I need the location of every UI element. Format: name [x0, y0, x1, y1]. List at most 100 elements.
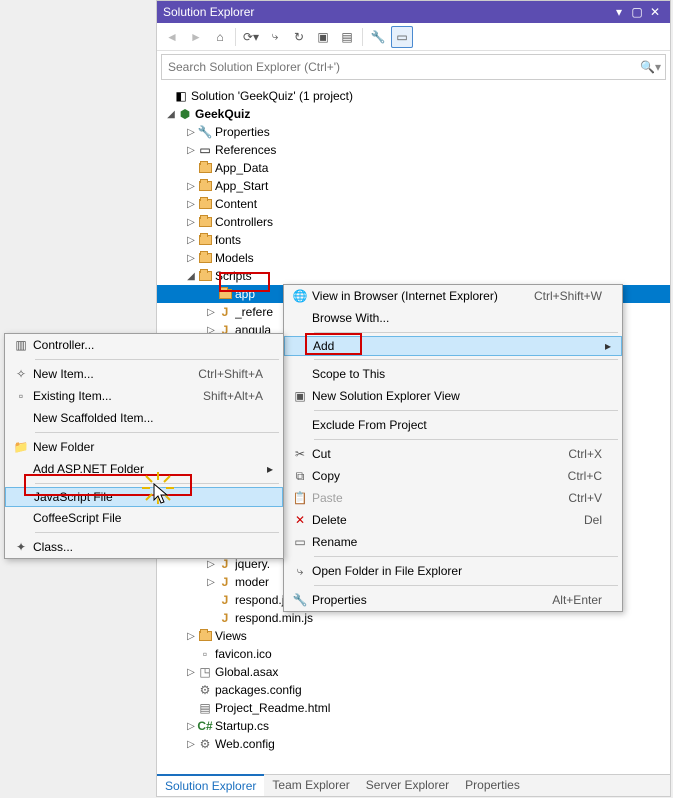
- sync-button[interactable]: ⟳▾: [240, 26, 262, 48]
- folder-icon: [197, 250, 213, 266]
- menu-scaffold[interactable]: New Scaffolded Item...: [5, 407, 283, 429]
- solution-icon: ◧: [173, 88, 189, 104]
- bottom-tabs: Solution Explorer Team Explorer Server E…: [157, 774, 670, 796]
- tab-team-explorer[interactable]: Team Explorer: [264, 775, 357, 796]
- window-icon: ▣: [288, 389, 312, 403]
- folder-icon: [217, 286, 233, 302]
- browser-icon: 🌐: [288, 289, 312, 303]
- chevron-right-icon: ▸: [263, 462, 273, 476]
- folder-icon: [197, 214, 213, 230]
- webconfig-node[interactable]: ▷⚙Web.config: [161, 735, 670, 753]
- menu-aspnet-folder[interactable]: Add ASP.NET Folder▸: [5, 458, 283, 480]
- forward-button: ►: [185, 26, 207, 48]
- collapse-icon[interactable]: ◢: [185, 271, 197, 282]
- dropdown-icon[interactable]: ▾: [610, 5, 628, 19]
- menu-existing-item[interactable]: ▫Existing Item...Shift+Alt+A: [5, 385, 283, 407]
- js-file-icon: J: [217, 610, 233, 626]
- menu-cut[interactable]: ✂CutCtrl+X: [284, 443, 622, 465]
- tab-properties[interactable]: Properties: [457, 775, 528, 796]
- models-node[interactable]: ▷Models: [161, 249, 670, 267]
- config-file-icon: ⚙: [197, 682, 213, 698]
- wrench-icon: 🔧: [288, 593, 312, 607]
- menu-class[interactable]: ✦Class...: [5, 536, 283, 558]
- back-button: ◄: [161, 26, 183, 48]
- global-node[interactable]: ▷◳Global.asax: [161, 663, 670, 681]
- file-icon: ▫: [197, 646, 213, 662]
- project-icon: ⬢: [177, 106, 193, 122]
- tab-server-explorer[interactable]: Server Explorer: [358, 775, 457, 796]
- search-input[interactable]: [166, 59, 640, 75]
- menu-add[interactable]: Add▸: [284, 336, 622, 356]
- startup-node[interactable]: ▷C#Startup.cs: [161, 717, 670, 735]
- references-node[interactable]: ▷▭References: [161, 141, 670, 159]
- pending-button[interactable]: ⤷: [264, 26, 286, 48]
- properties-node[interactable]: ▷🔧Properties: [161, 123, 670, 141]
- menu-browse-with[interactable]: Browse With...: [284, 307, 622, 329]
- fonts-node[interactable]: ▷fonts: [161, 231, 670, 249]
- pin-icon[interactable]: ▢: [628, 5, 646, 19]
- html-file-icon: ▤: [197, 700, 213, 716]
- menu-open-folder[interactable]: ⤷Open Folder in File Explorer: [284, 560, 622, 582]
- js-file-icon: J: [217, 592, 233, 608]
- project-node[interactable]: ◢⬢GeekQuiz: [161, 105, 670, 123]
- packages-node[interactable]: ⚙packages.config: [161, 681, 670, 699]
- js-file-icon: J: [217, 574, 233, 590]
- menu-paste: 📋PasteCtrl+V: [284, 487, 622, 509]
- controllers-node[interactable]: ▷Controllers: [161, 213, 670, 231]
- content-node[interactable]: ▷Content: [161, 195, 670, 213]
- js-file-icon: J: [217, 304, 233, 320]
- folder-icon: [197, 628, 213, 644]
- cs-file-icon: C#: [197, 718, 213, 734]
- context-menu-main: 🌐View in Browser (Internet Explorer)Ctrl…: [283, 284, 623, 612]
- refresh-button[interactable]: ↻: [288, 26, 310, 48]
- tab-solution-explorer[interactable]: Solution Explorer: [157, 774, 264, 796]
- references-icon: ▭: [197, 142, 213, 158]
- folder-icon: [197, 196, 213, 212]
- menu-delete[interactable]: ✕DeleteDel: [284, 509, 622, 531]
- folder-icon: [197, 232, 213, 248]
- scripts-node[interactable]: ◢Scripts: [161, 267, 670, 285]
- menu-properties[interactable]: 🔧PropertiesAlt+Enter: [284, 589, 622, 611]
- context-menu-add: ▥Controller... ✧New Item...Ctrl+Shift+A …: [4, 333, 284, 559]
- menu-new-se-view[interactable]: ▣New Solution Explorer View: [284, 385, 622, 407]
- menu-exclude[interactable]: Exclude From Project: [284, 414, 622, 436]
- toolbar: ◄ ► ⌂ ⟳▾ ⤷ ↻ ▣ ▤ 🔧 ▭: [157, 23, 670, 51]
- menu-controller[interactable]: ▥Controller...: [5, 334, 283, 356]
- menu-new-folder[interactable]: 📁New Folder: [5, 436, 283, 458]
- paste-icon: 📋: [288, 491, 312, 505]
- config-file-icon: ⚙: [197, 736, 213, 752]
- new-item-icon: ✧: [9, 367, 33, 381]
- show-all-button[interactable]: ▤: [336, 26, 358, 48]
- close-icon[interactable]: ✕: [646, 5, 664, 19]
- new-folder-icon: 📁: [9, 440, 33, 454]
- favicon-node[interactable]: ▫favicon.ico: [161, 645, 670, 663]
- menu-scope[interactable]: Scope to This: [284, 363, 622, 385]
- menu-rename[interactable]: ▭Rename: [284, 531, 622, 553]
- copy-icon: ⧉: [288, 469, 312, 484]
- collapse-icon[interactable]: ◢: [165, 109, 177, 120]
- home-button[interactable]: ⌂: [209, 26, 231, 48]
- menu-copy[interactable]: ⧉CopyCtrl+C: [284, 465, 622, 487]
- class-icon: ✦: [9, 540, 33, 554]
- folder-icon: [197, 178, 213, 194]
- collapse-button[interactable]: ▣: [312, 26, 334, 48]
- delete-icon: ✕: [288, 513, 312, 527]
- solution-node[interactable]: ◧Solution 'GeekQuiz' (1 project): [161, 87, 670, 105]
- preview-button[interactable]: ▭: [391, 26, 413, 48]
- appdata-node[interactable]: App_Data: [161, 159, 670, 177]
- menu-coffeescript-file[interactable]: CoffeeScript File: [5, 507, 283, 529]
- properties-button[interactable]: 🔧: [367, 26, 389, 48]
- folder-icon: [197, 160, 213, 176]
- cut-icon: ✂: [288, 447, 312, 461]
- controller-icon: ▥: [9, 338, 33, 352]
- views-node[interactable]: ▷Views: [161, 627, 670, 645]
- menu-view-in-browser[interactable]: 🌐View in Browser (Internet Explorer)Ctrl…: [284, 285, 622, 307]
- search-row: 🔍▾: [161, 54, 666, 80]
- folder-icon: [197, 268, 213, 284]
- menu-new-item[interactable]: ✧New Item...Ctrl+Shift+A: [5, 363, 283, 385]
- titlebar: Solution Explorer ▾ ▢ ✕: [157, 1, 670, 23]
- readme-node[interactable]: ▤Project_Readme.html: [161, 699, 670, 717]
- menu-javascript-file[interactable]: JavaScript File: [5, 487, 283, 507]
- search-icon[interactable]: 🔍▾: [640, 60, 661, 74]
- appstart-node[interactable]: ▷App_Start: [161, 177, 670, 195]
